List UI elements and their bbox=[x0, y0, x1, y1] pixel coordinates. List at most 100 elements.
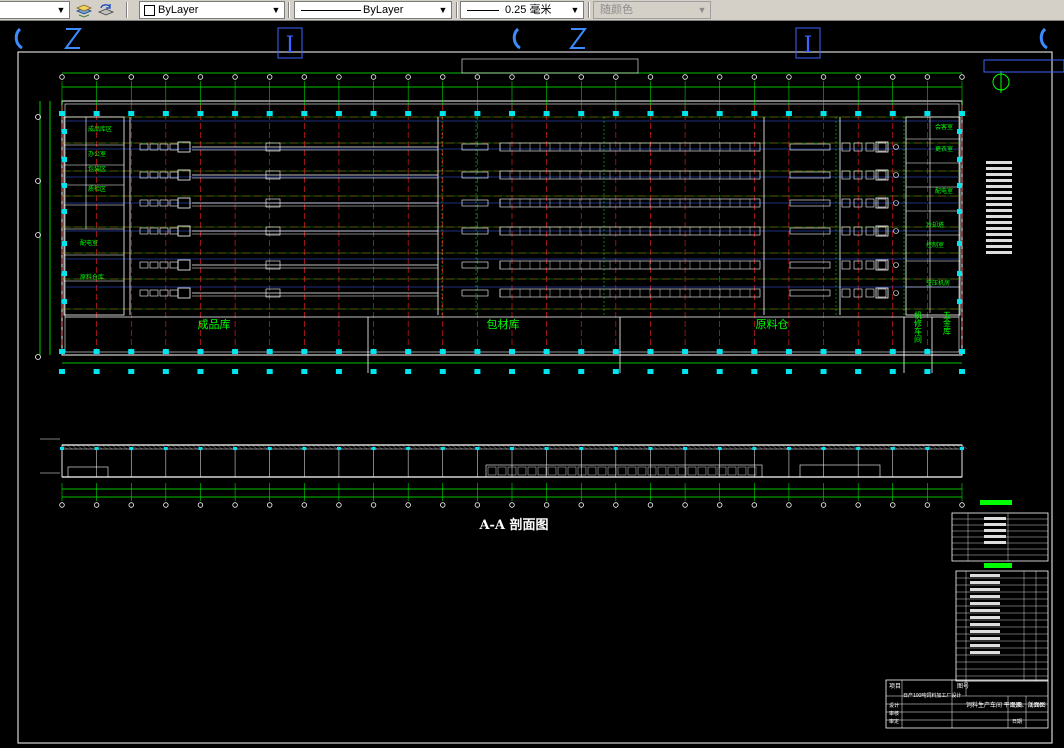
side-label-hardware: 五金库 bbox=[943, 311, 952, 336]
lineweight-combo[interactable]: 0.25 毫米 ▼ bbox=[460, 1, 584, 19]
column-marker bbox=[957, 129, 962, 134]
title-block-scale-value: 1:100 bbox=[1030, 703, 1043, 709]
grid-bubble bbox=[128, 502, 134, 508]
table-text bbox=[984, 523, 1006, 526]
grid-bubble bbox=[93, 74, 100, 80]
column-marker-right-label: I bbox=[804, 33, 813, 58]
title-block-project-label: 项目 bbox=[889, 683, 901, 690]
column-marker bbox=[682, 349, 689, 354]
sheet-frame bbox=[17, 51, 1053, 744]
column-marker bbox=[301, 111, 308, 116]
table-text bbox=[970, 609, 1000, 612]
lineweight-combo-value: 0.25 毫米 bbox=[505, 4, 552, 16]
legend-text bbox=[986, 209, 1012, 212]
column-marker bbox=[717, 447, 722, 450]
equipment bbox=[877, 260, 887, 270]
column-marker bbox=[856, 447, 861, 450]
legend-text bbox=[986, 161, 1012, 164]
grid-bubble bbox=[405, 74, 411, 80]
table-text bbox=[984, 535, 1006, 538]
color-combo[interactable]: ByLayer ▼ bbox=[139, 1, 285, 19]
equipment bbox=[865, 260, 875, 270]
column-marker bbox=[786, 447, 791, 450]
section-rack bbox=[485, 464, 763, 478]
sheet-z bbox=[64, 28, 82, 49]
column-marker bbox=[957, 241, 962, 246]
drawing-canvas[interactable]: I I 成品库 包材库 原料仓 五金库 机修车间 成品库区 办公室 包装区 质检… bbox=[0, 21, 1064, 748]
right-room-label: 控制室 bbox=[926, 241, 944, 249]
equipment bbox=[841, 142, 851, 152]
chevron-down-icon[interactable]: ▼ bbox=[437, 2, 449, 18]
column-marker bbox=[440, 447, 445, 450]
layer-previous-icon[interactable] bbox=[98, 2, 114, 18]
plotstyle-combo: 随颜色 ▼ bbox=[593, 1, 711, 19]
grid-bubble bbox=[820, 74, 827, 80]
chevron-down-icon[interactable]: ▼ bbox=[55, 2, 67, 18]
table-text bbox=[984, 541, 1006, 544]
column-marker bbox=[232, 111, 239, 116]
side-label-repair: 机修车间 bbox=[914, 310, 923, 344]
right-room-label: 更衣室 bbox=[935, 145, 953, 153]
chevron-down-icon[interactable]: ▼ bbox=[270, 2, 282, 18]
equipment bbox=[865, 170, 875, 180]
chevron-down-icon[interactable]: ▼ bbox=[569, 2, 581, 18]
layer-combo[interactable]: ▼ bbox=[0, 1, 70, 19]
column-marker bbox=[855, 369, 862, 374]
column-marker bbox=[648, 447, 653, 450]
column-marker bbox=[93, 349, 100, 354]
column-marker bbox=[93, 111, 100, 116]
drawing-graphics bbox=[14, 27, 1064, 744]
grid-bubble bbox=[440, 502, 446, 508]
layer-stack-icon[interactable] bbox=[76, 2, 92, 18]
column-marker bbox=[612, 111, 619, 116]
equipment bbox=[841, 260, 851, 270]
section-rack-bay bbox=[487, 466, 497, 476]
legend-text bbox=[986, 233, 1012, 236]
column-marker bbox=[162, 369, 169, 374]
legend-text bbox=[986, 179, 1012, 182]
plotstyle-combo-value: 随颜色 bbox=[600, 4, 633, 16]
column-marker bbox=[335, 349, 342, 354]
section-rack-bay bbox=[557, 466, 567, 476]
title-block-bar bbox=[984, 563, 1012, 568]
grid-bubble bbox=[301, 74, 308, 80]
column-marker bbox=[820, 111, 827, 116]
column-marker bbox=[612, 349, 619, 354]
column-marker bbox=[370, 369, 377, 374]
column-marker bbox=[128, 369, 135, 374]
column-marker bbox=[62, 241, 67, 246]
column-marker bbox=[266, 369, 273, 374]
column-marker bbox=[820, 349, 827, 354]
table-text bbox=[970, 651, 1000, 654]
area-label-finished-goods: 成品库 bbox=[198, 318, 231, 331]
title-block-project-name: 日产100吨饲料加工厂设计 bbox=[903, 692, 961, 699]
column-marker bbox=[925, 447, 930, 450]
title-block-row-label: 审核 bbox=[889, 710, 899, 717]
column-marker-right: I bbox=[795, 27, 821, 59]
section-rack-bay bbox=[727, 466, 737, 476]
grid-bubble bbox=[232, 74, 238, 80]
grid-bubble bbox=[197, 74, 204, 80]
toolbar-separator bbox=[288, 2, 290, 18]
grid-bubble bbox=[301, 502, 308, 508]
equipment bbox=[865, 142, 875, 152]
column-marker bbox=[509, 349, 515, 354]
left-room-label: 包装区 bbox=[88, 165, 106, 173]
grid-bubble bbox=[647, 502, 654, 508]
column-marker bbox=[162, 349, 169, 354]
column-marker bbox=[405, 349, 412, 354]
column-marker bbox=[162, 111, 169, 116]
section-rack-bay bbox=[527, 466, 537, 476]
grid-bubble bbox=[163, 502, 169, 508]
right-room-label: 空压机房 bbox=[926, 279, 950, 287]
column-marker bbox=[785, 349, 792, 354]
linetype-combo[interactable]: ByLayer ▼ bbox=[294, 1, 452, 19]
equipment bbox=[139, 261, 149, 269]
table-text bbox=[970, 616, 1000, 619]
equipment bbox=[789, 261, 831, 269]
title-block-row-label: 设计 bbox=[889, 702, 899, 709]
column-marker bbox=[924, 349, 931, 354]
grid-bubble bbox=[647, 74, 654, 80]
drawing-list bbox=[955, 570, 1049, 682]
column-marker bbox=[960, 447, 964, 450]
